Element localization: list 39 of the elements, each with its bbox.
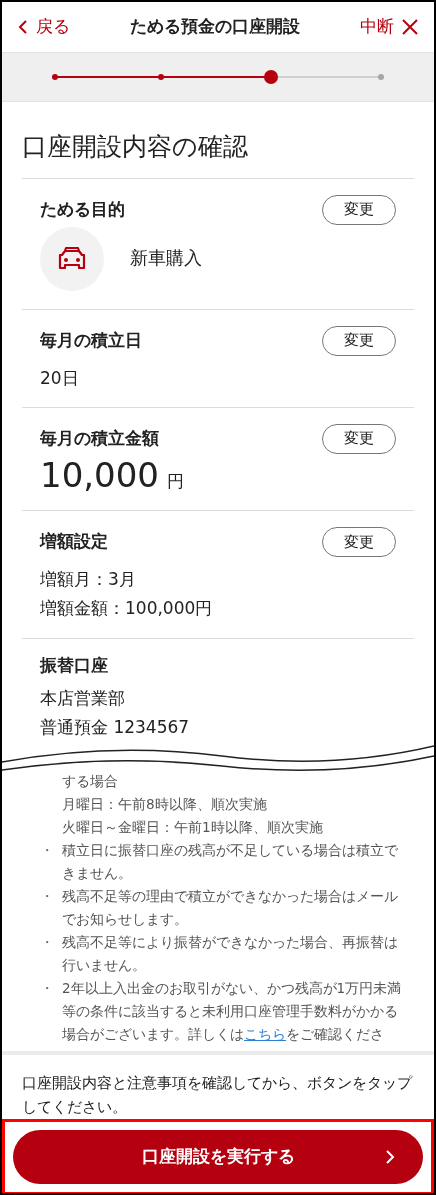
back-button[interactable]: 戻る [18,14,70,40]
change-button[interactable]: 変更 [322,527,396,557]
purpose-value: 新車購入 [130,247,202,270]
section-value: 20日 [40,367,80,389]
section-label: 振替口座 [40,654,108,676]
section-label: 増額設定 [40,531,108,553]
section-label: ためる目的 [40,198,125,221]
car-icon [57,245,87,272]
bullet-mark: ・ [40,933,55,953]
open-account-button[interactable]: 口座開設を実行する [13,1130,423,1184]
note-text: 積立日に振替口座の残高が不足している場合は積立できません。 [62,841,399,884]
close-icon [402,19,418,35]
note-text: 残高不足等により振替ができなかった場合、再振替は行いません。 [62,933,399,976]
instruction-text: 口座開設内容と注意事項を確認してから、ボタンをタップしてください。 [21,1073,414,1118]
amount-unit: 円 [166,470,184,492]
section-label: 毎月の積立金額 [40,428,159,450]
quit-button[interactable]: 中断 [360,14,418,40]
change-button[interactable]: 変更 [322,194,396,225]
details-link[interactable]: こちら [244,1026,286,1043]
window-title: ためる預金の口座開設 [130,15,300,39]
note-text: 月曜日：午前8時以降、順次実施 [61,795,268,815]
note-text: 2年以上入出金のお取引がない、かつ残高が1万円未満等の条件に該当すると未利用口座管理手数料がかかる場合がございます。詳しくは こちら をご確認くださ [62,979,403,1045]
section-value: 増額月：3月 [40,569,137,591]
change-button[interactable]: 変更 [322,423,396,454]
chevron-left-icon [18,19,28,35]
section-label: 毎月の積立日 [40,329,142,352]
bullet-mark: ・ [40,979,55,999]
amount-value: 10,000 [40,457,159,492]
bullet-mark: ・ [40,887,55,907]
section-value: 本店営業部 [40,687,126,709]
note-text: する場合 [61,772,119,792]
chevron-right-icon [385,1149,395,1165]
bullet-mark: ・ [40,841,55,861]
note-text: 火曜日～金曜日：午前1時以降、順次実施 [61,818,324,838]
section-value: 増額金額：100,000円 [40,598,214,620]
note-text: 残高不足等の理由で積立ができなかった場合はメールでお知らせします。 [62,887,399,930]
change-button[interactable]: 変更 [322,325,396,356]
section-value: 普通預金 1234567 [40,717,191,739]
page-title: 口座開設内容の確認 [22,131,249,163]
